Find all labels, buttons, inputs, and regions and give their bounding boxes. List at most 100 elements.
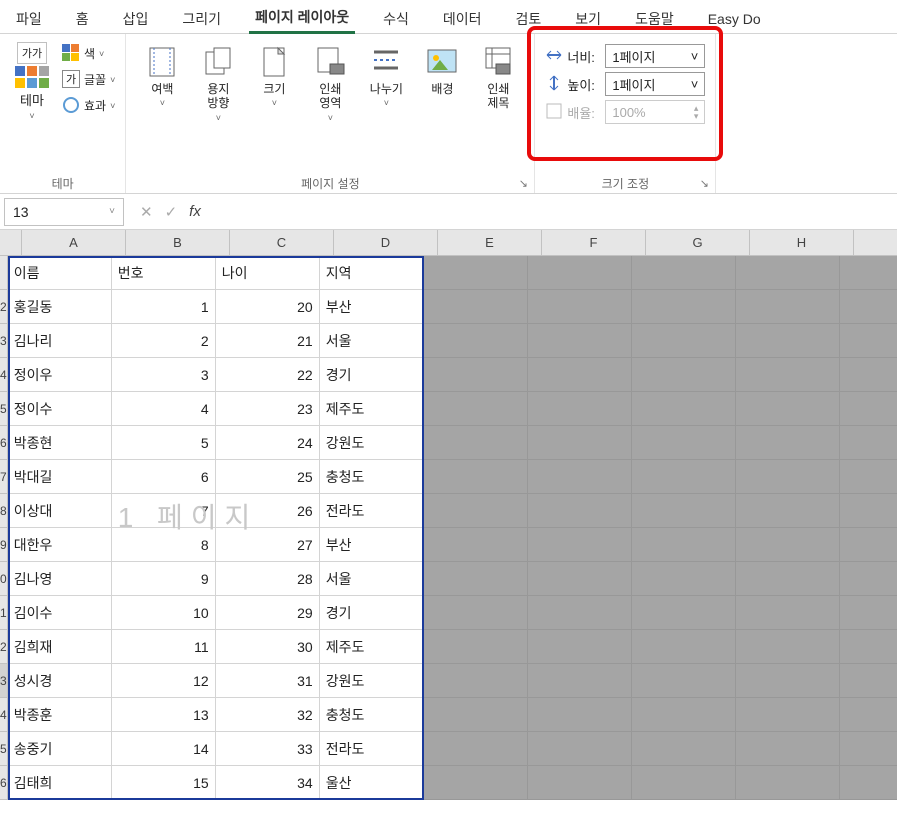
cell[interactable] xyxy=(424,460,528,494)
cell[interactable]: 33 xyxy=(216,732,320,766)
cell[interactable] xyxy=(736,256,840,290)
width-select[interactable]: 1페이지 ˅ xyxy=(605,44,705,68)
cell[interactable]: 29 xyxy=(216,596,320,630)
background-button[interactable]: 배경 xyxy=(416,42,468,100)
cell[interactable] xyxy=(528,562,632,596)
fonts-button[interactable]: 가 글꼴 ˅ xyxy=(62,68,115,90)
cell[interactable]: 지역 xyxy=(320,256,424,290)
row-header[interactable]: 0 xyxy=(0,562,8,596)
cancel-icon[interactable]: ✕ xyxy=(140,203,153,221)
cell[interactable] xyxy=(840,460,897,494)
cell[interactable] xyxy=(736,698,840,732)
tab-view[interactable]: 보기 xyxy=(569,5,607,33)
cell[interactable] xyxy=(736,426,840,460)
cell[interactable]: 제주도 xyxy=(320,392,424,426)
cell[interactable] xyxy=(528,358,632,392)
cell[interactable]: 울산 xyxy=(320,766,424,800)
cell[interactable] xyxy=(424,766,528,800)
enter-icon[interactable]: ✓ xyxy=(165,203,178,221)
cell[interactable]: 경기 xyxy=(320,596,424,630)
cell[interactable]: 강원도 xyxy=(320,664,424,698)
cell[interactable]: 서울 xyxy=(320,562,424,596)
cell[interactable]: 30 xyxy=(216,630,320,664)
row-header[interactable]: 4 xyxy=(0,358,8,392)
cell[interactable] xyxy=(736,596,840,630)
cell[interactable] xyxy=(632,460,736,494)
row-header[interactable]: 9 xyxy=(0,528,8,562)
tab-review[interactable]: 검토 xyxy=(510,5,548,33)
cell[interactable]: 부산 xyxy=(320,528,424,562)
cell[interactable]: 13 xyxy=(112,698,216,732)
cell[interactable]: 25 xyxy=(216,460,320,494)
tab-easydo[interactable]: Easy Do xyxy=(702,7,767,31)
cell[interactable] xyxy=(528,392,632,426)
cell[interactable] xyxy=(840,698,897,732)
cell[interactable]: 7 xyxy=(112,494,216,528)
tab-insert[interactable]: 삽입 xyxy=(117,5,155,33)
cell[interactable] xyxy=(528,664,632,698)
cell[interactable] xyxy=(632,426,736,460)
cell[interactable]: 대한우 xyxy=(8,528,112,562)
tab-page-layout[interactable]: 페이지 레이아웃 xyxy=(249,3,355,34)
cell[interactable] xyxy=(840,562,897,596)
cell[interactable] xyxy=(840,324,897,358)
cell[interactable] xyxy=(840,630,897,664)
cell[interactable] xyxy=(424,358,528,392)
row-header[interactable] xyxy=(0,256,8,290)
row-header[interactable]: 1 xyxy=(0,596,8,630)
cell[interactable] xyxy=(840,766,897,800)
cell[interactable] xyxy=(424,256,528,290)
cell[interactable]: 김나리 xyxy=(8,324,112,358)
row-header[interactable]: 7 xyxy=(0,460,8,494)
cell[interactable]: 성시경 xyxy=(8,664,112,698)
cell[interactable]: 강원도 xyxy=(320,426,424,460)
cell[interactable]: 정이우 xyxy=(8,358,112,392)
tab-data[interactable]: 데이터 xyxy=(437,5,488,33)
cell[interactable]: 1 xyxy=(112,290,216,324)
row-header[interactable]: 2 xyxy=(0,290,8,324)
cell[interactable] xyxy=(736,392,840,426)
cell[interactable]: 김희재 xyxy=(8,630,112,664)
page-setup-dialog-launcher[interactable]: ↘ xyxy=(516,176,530,190)
tab-help[interactable]: 도움말 xyxy=(629,5,680,33)
breaks-button[interactable]: 나누기 ˅ xyxy=(360,42,412,112)
name-box[interactable]: 13 ˅ xyxy=(4,198,124,226)
cell[interactable]: 경기 xyxy=(320,358,424,392)
cell[interactable] xyxy=(736,528,840,562)
cell[interactable]: 김이수 xyxy=(8,596,112,630)
col-header-h[interactable]: H xyxy=(750,230,854,255)
cell[interactable]: 5 xyxy=(112,426,216,460)
cell[interactable]: 6 xyxy=(112,460,216,494)
cell[interactable]: 4 xyxy=(112,392,216,426)
cell[interactable] xyxy=(632,630,736,664)
cell[interactable]: 2 xyxy=(112,324,216,358)
cell[interactable]: 32 xyxy=(216,698,320,732)
cell[interactable] xyxy=(632,528,736,562)
cell[interactable]: 충청도 xyxy=(320,460,424,494)
cell[interactable]: 이름 xyxy=(8,256,112,290)
cell[interactable] xyxy=(528,630,632,664)
size-button[interactable]: 크기 ˅ xyxy=(248,42,300,112)
cell[interactable] xyxy=(424,528,528,562)
cell[interactable] xyxy=(840,290,897,324)
cell[interactable] xyxy=(840,426,897,460)
cell[interactable] xyxy=(632,562,736,596)
row-header[interactable]: 4 xyxy=(0,698,8,732)
cell[interactable] xyxy=(840,596,897,630)
cell[interactable] xyxy=(736,766,840,800)
cell[interactable]: 24 xyxy=(216,426,320,460)
cell[interactable] xyxy=(632,664,736,698)
col-header-f[interactable]: F xyxy=(542,230,646,255)
formula-input[interactable] xyxy=(213,198,897,226)
colors-button[interactable]: 색 ˅ xyxy=(62,42,115,64)
tab-draw[interactable]: 그리기 xyxy=(176,5,227,33)
cell[interactable]: 나이 xyxy=(216,256,320,290)
row-header[interactable]: 3 xyxy=(0,664,8,698)
cell[interactable]: 9 xyxy=(112,562,216,596)
cell[interactable] xyxy=(528,732,632,766)
cell[interactable] xyxy=(840,664,897,698)
cell[interactable]: 26 xyxy=(216,494,320,528)
cell[interactable]: 전라도 xyxy=(320,494,424,528)
row-header[interactable]: 6 xyxy=(0,766,8,800)
tab-home[interactable]: 홈 xyxy=(70,5,95,33)
